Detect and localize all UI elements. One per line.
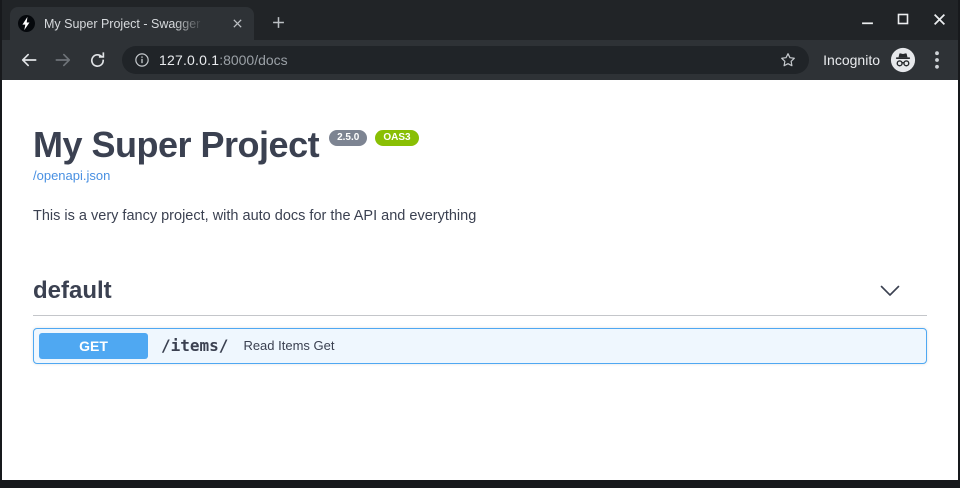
tag-section-default: default GET /items/ Read Items Get <box>33 277 927 364</box>
titlebar: My Super Project - Swagger UI <box>2 0 958 40</box>
reload-icon[interactable] <box>84 47 110 73</box>
tab-title: My Super Project - Swagger UI <box>44 17 204 31</box>
back-icon[interactable] <box>16 47 42 73</box>
browser-tab[interactable]: My Super Project - Swagger UI <box>10 7 254 40</box>
site-info-icon[interactable] <box>134 52 150 68</box>
openapi-spec-link[interactable]: /openapi.json <box>33 168 110 183</box>
close-button-icon[interactable] <box>928 8 950 30</box>
swagger-page: My Super Project 2.5.0 OAS3 /openapi.jso… <box>2 80 958 480</box>
url-address-bar[interactable]: 127.0.0.1:8000/docs <box>122 46 809 74</box>
tag-name: default <box>33 277 112 306</box>
window-bottom-frame <box>2 480 958 488</box>
tag-section-header[interactable]: default <box>33 277 927 306</box>
browser-window: My Super Project - Swagger UI <box>0 0 960 488</box>
api-info-header: My Super Project 2.5.0 OAS3 <box>33 127 927 163</box>
chevron-down-icon[interactable] <box>879 284 901 298</box>
api-description: This is a very fancy project, with auto … <box>33 208 927 224</box>
url-path-text: :8000/docs <box>219 52 288 68</box>
new-tab-button[interactable] <box>268 12 288 32</box>
minimize-button-icon[interactable] <box>856 8 878 30</box>
page-title: My Super Project <box>33 127 319 163</box>
operation-summary: Read Items Get <box>243 338 334 353</box>
bookmark-star-icon[interactable] <box>779 51 797 69</box>
browser-menu-icon[interactable] <box>926 49 948 71</box>
oas3-badge: OAS3 <box>375 130 418 146</box>
http-method-badge: GET <box>39 333 148 359</box>
url-host-text: 127.0.0.1 <box>159 52 219 68</box>
incognito-icon <box>890 47 916 73</box>
tab-close-icon[interactable] <box>228 15 246 33</box>
section-divider <box>33 315 927 316</box>
operation-row-get-items[interactable]: GET /items/ Read Items Get <box>33 328 927 364</box>
browser-toolbar: 127.0.0.1:8000/docs Incognito <box>2 40 958 80</box>
maximize-button-icon[interactable] <box>892 8 914 30</box>
version-badge: 2.5.0 <box>329 130 367 146</box>
incognito-label: Incognito <box>823 52 880 68</box>
window-controls <box>856 8 950 30</box>
operation-path: /items/ <box>161 336 228 355</box>
forward-icon[interactable] <box>50 47 76 73</box>
fastapi-favicon-icon <box>18 15 35 32</box>
